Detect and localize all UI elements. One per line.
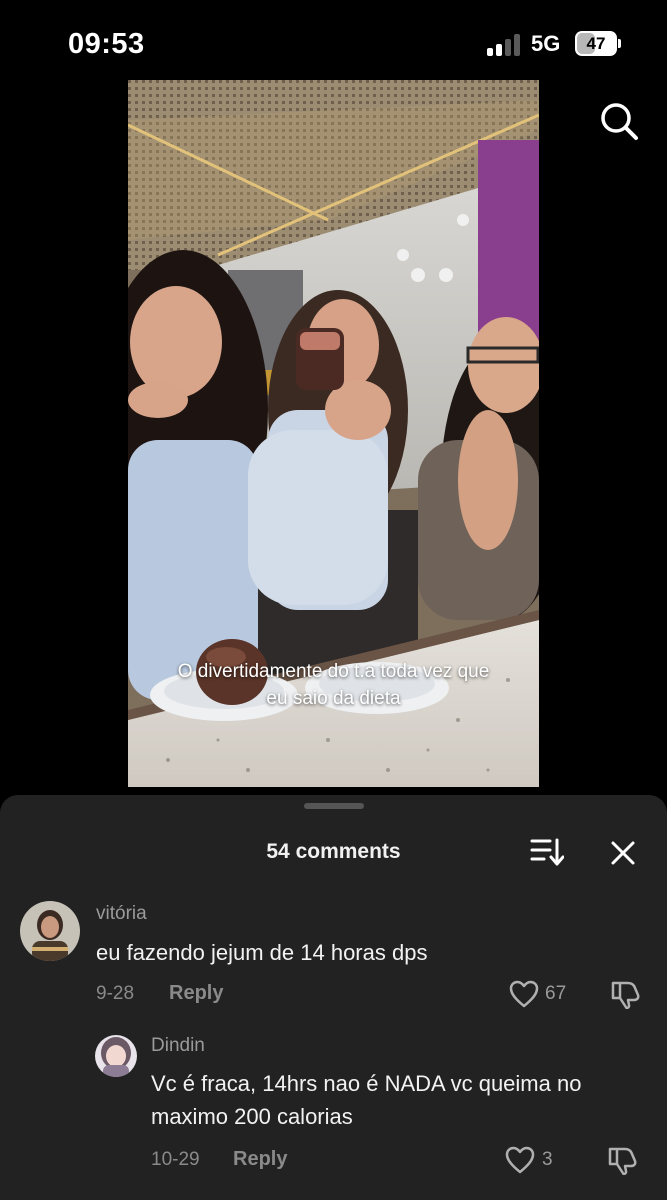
like-button[interactable] bbox=[505, 1146, 535, 1174]
comments-sheet: 54 comments vitória eu fazendo jejum de … bbox=[0, 795, 667, 1200]
drag-handle[interactable] bbox=[304, 803, 364, 809]
avatar[interactable] bbox=[20, 901, 80, 961]
comment-item: vitória eu fazendo jejum de 14 horas dps… bbox=[0, 895, 667, 1015]
avatar[interactable] bbox=[95, 1035, 137, 1077]
comment-reply-item: Dindin Vc é fraca, 14hrs nao é NADA vc q… bbox=[0, 1031, 667, 1191]
close-icon bbox=[611, 841, 635, 865]
video-player[interactable]: O divertidamente do t.a toda vez que eu … bbox=[128, 80, 539, 787]
signal-icon bbox=[487, 32, 523, 56]
comment-text: eu fazendo jejum de 14 horas dps bbox=[96, 940, 428, 965]
sort-button[interactable] bbox=[530, 837, 565, 867]
dislike-button[interactable] bbox=[610, 979, 642, 1010]
like-count: 67 bbox=[545, 983, 567, 1004]
comment-text: Vc é fraca, 14hrs nao é NADA vc queima n… bbox=[151, 1071, 582, 1129]
like-button[interactable] bbox=[509, 980, 539, 1008]
search-button[interactable] bbox=[598, 100, 640, 142]
heart-icon bbox=[505, 1146, 535, 1174]
dislike-button[interactable] bbox=[607, 1145, 639, 1176]
dislike-icon bbox=[608, 1147, 637, 1176]
reply-button[interactable]: Reply bbox=[169, 982, 223, 1005]
status-time: 09:53 bbox=[68, 28, 145, 60]
status-bar: 09:53 5G 47 bbox=[0, 0, 667, 80]
video-caption: O divertidamente do t.a toda vez que eu … bbox=[177, 661, 490, 709]
sort-icon bbox=[530, 838, 565, 866]
like-count: 3 bbox=[542, 1149, 553, 1170]
comment-username[interactable]: Dindin bbox=[151, 1035, 205, 1057]
reply-button[interactable]: Reply bbox=[233, 1148, 287, 1171]
close-button[interactable] bbox=[609, 839, 637, 867]
battery-level: 47 bbox=[586, 34, 606, 53]
dislike-icon bbox=[611, 981, 640, 1010]
search-icon bbox=[601, 103, 638, 140]
comments-count-title: 54 comments bbox=[266, 840, 401, 863]
comment-date: 10-29 bbox=[151, 1149, 200, 1170]
network-type: 5G bbox=[531, 31, 561, 56]
heart-icon bbox=[509, 980, 539, 1008]
battery-icon: 47 bbox=[575, 31, 621, 56]
comment-date: 9-28 bbox=[96, 983, 135, 1004]
comment-username[interactable]: vitória bbox=[96, 903, 147, 925]
